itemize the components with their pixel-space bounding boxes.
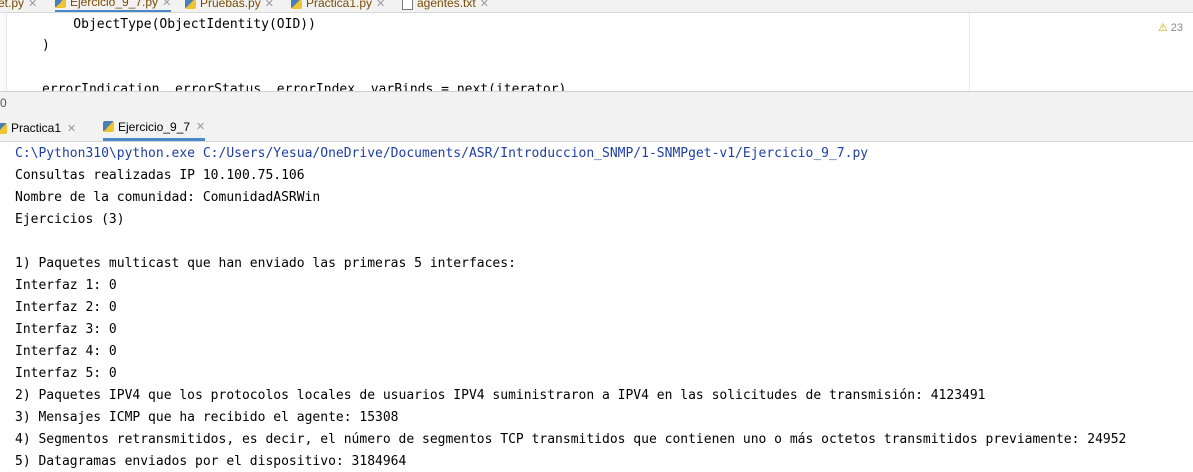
close-icon[interactable]: ✕ — [480, 0, 489, 10]
warning-count: 23 — [1170, 21, 1183, 34]
splitter-number: 0 — [0, 96, 7, 110]
run-tab-label: Practica1 — [11, 121, 62, 135]
editor-tab-ejercicio[interactable]: Ejercicio_9_7.py ✕ — [55, 0, 172, 12]
console-line: Ejercicios (3) — [15, 212, 125, 227]
code-line: errorIndication, errorStatus, errorIndex… — [42, 82, 567, 91]
console-line: Interfaz 5: 0 — [15, 366, 117, 381]
editor-gutter — [0, 13, 7, 91]
console-command-line[interactable]: C:\Python310\python.exe C:/Users/Yesua/O… — [15, 143, 868, 165]
run-console[interactable]: C:\Python310\python.exe C:/Users/Yesua/O… — [0, 142, 1193, 472]
editor-tab-agentes[interactable]: agentes.txt ✕ — [402, 0, 489, 12]
python-file-icon — [103, 121, 114, 132]
console-line: 5) Datagramas enviados por el dispositiv… — [15, 454, 407, 469]
inspection-widget[interactable]: ⚠ 23 — [1157, 21, 1183, 35]
python-file-icon — [0, 122, 7, 134]
console-line: Interfaz 3: 0 — [15, 322, 117, 337]
console-line: Interfaz 1: 0 — [15, 278, 117, 293]
run-tab-practica1[interactable]: Practica1 ✕ — [0, 115, 76, 141]
python-file-icon — [185, 0, 196, 9]
run-tab-bar: Practica1 ✕ Ejercicio_9_7 ✕ — [0, 115, 1193, 142]
right-margin-guide — [969, 13, 970, 91]
editor-run-splitter[interactable]: 0 — [0, 91, 1193, 116]
console-line: Interfaz 2: 0 — [15, 300, 117, 315]
close-icon[interactable]: ✕ — [265, 0, 274, 10]
run-tab-label: Ejercicio_9_7 — [118, 119, 191, 134]
close-icon[interactable]: ✕ — [67, 122, 76, 135]
close-icon[interactable]: ✕ — [196, 120, 205, 133]
editor-tab-bar: et.py ✕ Ejercicio_9_7.py ✕ Pruebas.py ✕ … — [0, 0, 1193, 13]
code-line: ) — [42, 38, 50, 53]
editor-tab-practica1[interactable]: Practica1.py ✕ — [291, 0, 385, 12]
code-line: ObjectType(ObjectIdentity(OID)) — [42, 17, 316, 32]
run-tab-ejercicio[interactable]: Ejercicio_9_7 ✕ — [103, 115, 206, 141]
editor-tab-et[interactable]: et.py ✕ — [0, 0, 37, 12]
close-icon[interactable]: ✕ — [28, 0, 37, 10]
warning-icon: ⚠ — [1157, 22, 1168, 34]
editor-tab-label: Pruebas.py — [200, 0, 261, 10]
python-file-icon — [291, 0, 302, 9]
console-line: 4) Segmentos retransmitidos, es decir, e… — [15, 432, 1127, 447]
code-editor[interactable]: ObjectType(ObjectIdentity(OID)) ) errorI… — [0, 13, 1193, 91]
python-file-icon — [55, 0, 66, 8]
editor-tab-pruebas[interactable]: Pruebas.py ✕ — [185, 0, 274, 12]
console-line: 2) Paquetes IPV4 que los protocolos loca… — [15, 388, 986, 403]
editor-tab-label: agentes.txt — [417, 0, 476, 10]
editor-tab-label: Ejercicio_9_7.py — [70, 0, 159, 9]
console-line: Interfaz 4: 0 — [15, 344, 117, 359]
text-file-icon — [402, 0, 413, 10]
close-icon[interactable]: ✕ — [162, 0, 171, 9]
console-line: Consultas realizadas IP 10.100.75.106 — [15, 168, 305, 183]
close-icon[interactable]: ✕ — [376, 0, 385, 10]
console-line: 3) Mensajes ICMP que ha recibido el agen… — [15, 410, 399, 425]
editor-tab-label: et.py — [0, 0, 25, 10]
console-line: 1) Paquetes multicast que han enviado la… — [15, 256, 516, 271]
console-line: Nombre de la comunidad: ComunidadASRWin — [15, 190, 321, 205]
editor-tab-label: Practica1.py — [306, 0, 373, 10]
